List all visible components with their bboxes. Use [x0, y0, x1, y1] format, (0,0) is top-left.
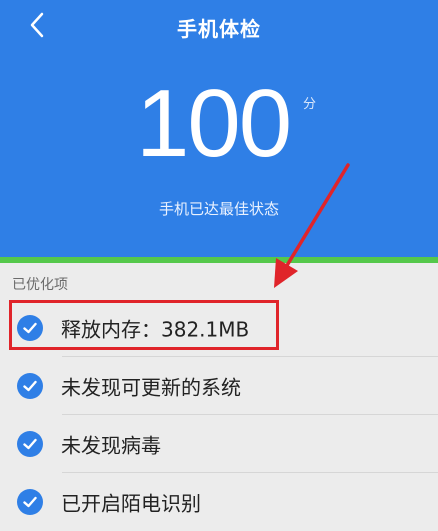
list-item-label: 未发现可更新的系统	[61, 375, 241, 400]
list-item-label: 已开启陌电识别	[61, 491, 201, 516]
list-item-memory[interactable]: 释放内存：382.1MB	[0, 299, 438, 357]
check-circle-icon	[17, 315, 43, 341]
page-title: 手机体检	[177, 17, 261, 41]
check-circle-icon	[17, 431, 43, 457]
list-item-caller-id[interactable]: 已开启陌电识别	[0, 473, 438, 531]
optimized-list: 释放内存：382.1MB 未发现可更新的系统 未发现病毒 已开启陌电识别	[0, 299, 438, 531]
section-title: 已优化项	[12, 277, 68, 293]
list-item-label: 未发现病毒	[61, 433, 161, 458]
status-text: 手机已达最佳状态	[158, 200, 279, 218]
check-circle-icon	[17, 489, 43, 515]
check-circle-icon	[17, 373, 43, 399]
score-unit: 分	[303, 97, 317, 112]
list-item-system-update[interactable]: 未发现可更新的系统	[0, 357, 438, 415]
score-value: 100	[136, 70, 292, 177]
header-panel: 手机体检 100 分 手机已达最佳状态	[0, 0, 438, 257]
list-item-label: 释放内存：382.1MB	[61, 317, 250, 342]
accent-divider	[0, 257, 438, 263]
list-item-virus[interactable]: 未发现病毒	[0, 415, 438, 473]
